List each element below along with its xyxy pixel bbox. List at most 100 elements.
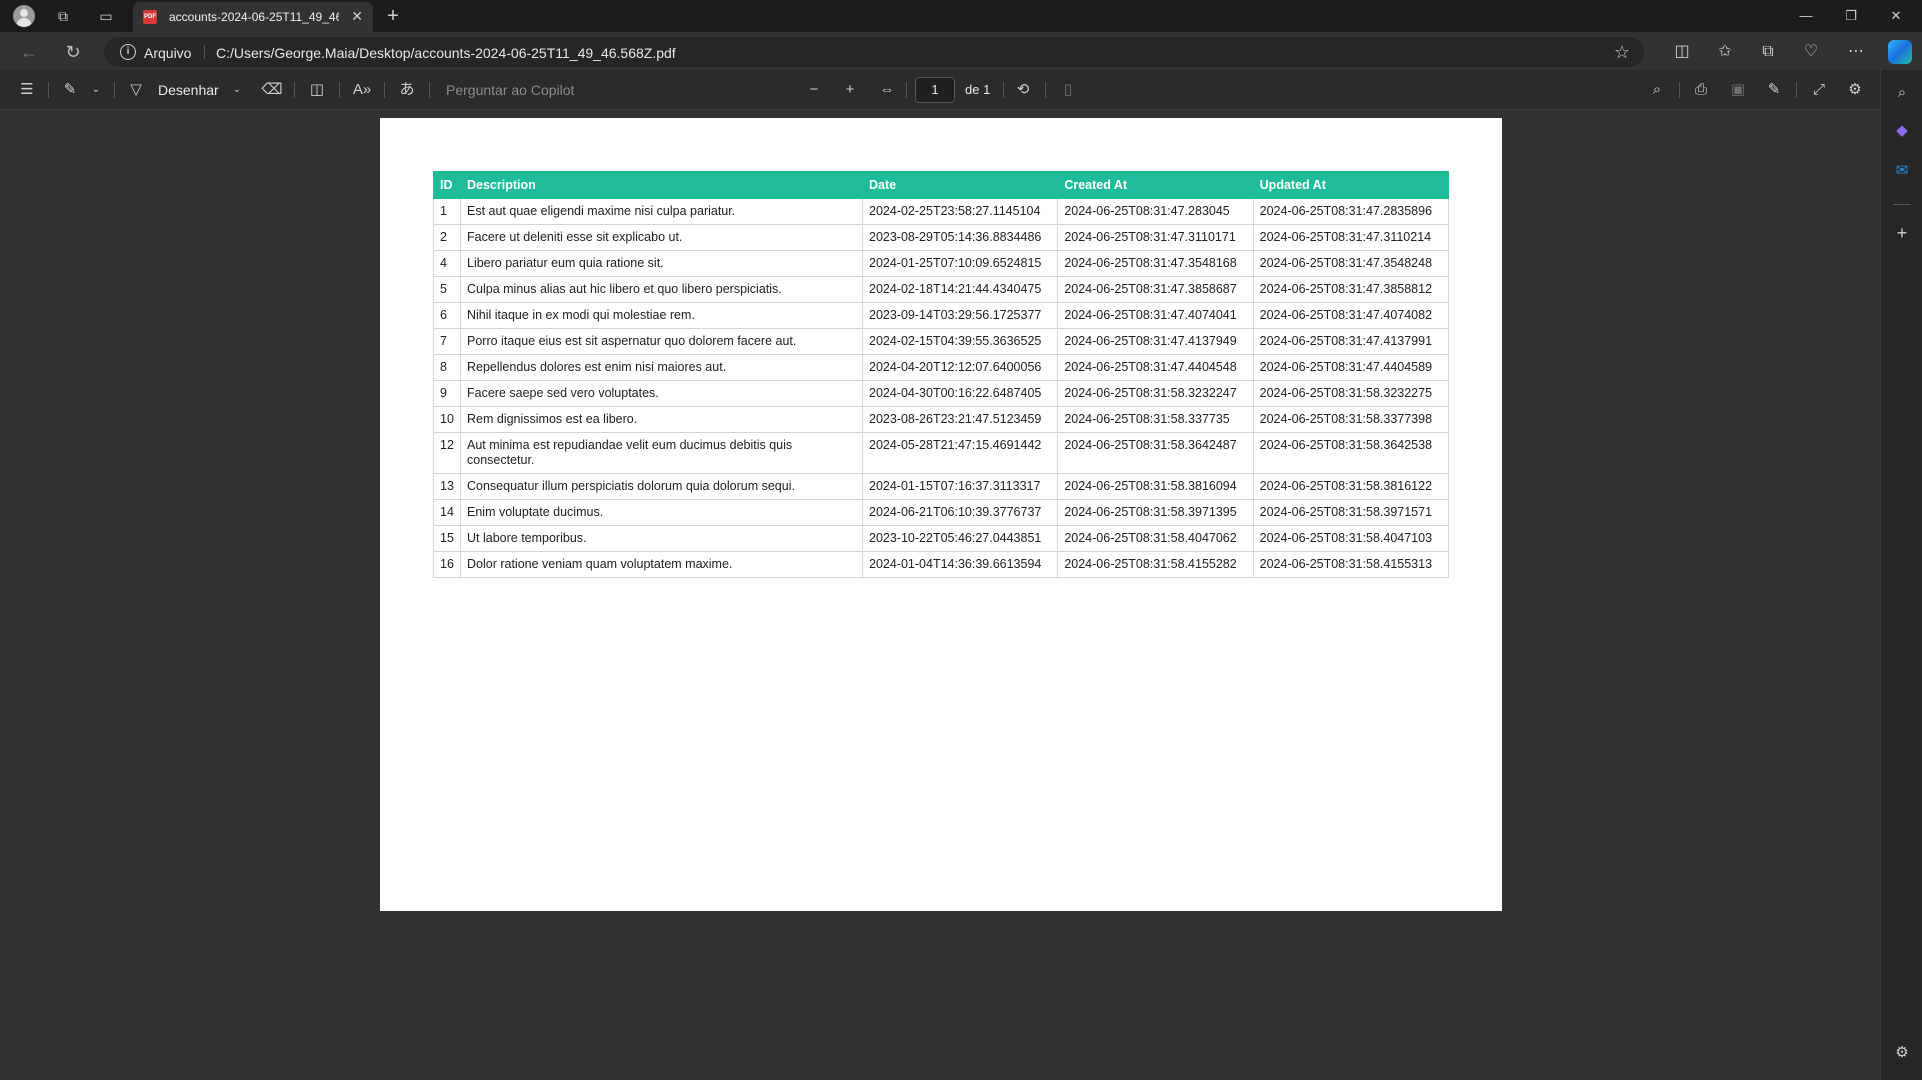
cell-created-at: 2024-06-25T08:31:47.3110171 <box>1057 224 1254 251</box>
draw-button[interactable]: Desenhar <box>158 82 219 98</box>
url-text[interactable]: C:/Users/George.Maia/Desktop/accounts-20… <box>216 45 676 61</box>
cell-id: 4 <box>433 250 461 277</box>
tab-actions-icon[interactable]: ▭ <box>96 6 116 26</box>
cell-updated-at: 2024-06-25T08:31:58.3642538 <box>1252 432 1450 474</box>
toolbar-divider <box>1679 82 1680 98</box>
column-header-created-at: Created At <box>1057 171 1254 199</box>
copilot-sidebar-icon[interactable]: ◆ <box>1891 120 1913 142</box>
cell-created-at: 2024-06-25T08:31:58.3642487 <box>1057 432 1254 474</box>
favorites-icon[interactable]: ✩ <box>1714 41 1736 63</box>
copilot-icon[interactable] <box>1888 40 1912 64</box>
cell-id: 9 <box>433 380 461 407</box>
cell-date: 2024-04-30T00:16:22.6487405 <box>861 380 1059 407</box>
table-row: 5 Culpa minus alias aut hic libero et quo… <box>433 276 1450 303</box>
title-bar: ⧉ ▭ PDF accounts-2024-06-25T11_49_46. ✕ … <box>0 0 1922 32</box>
page-number-input[interactable]: 1 <box>915 77 955 103</box>
refresh-icon[interactable]: ↻ <box>62 41 84 63</box>
search-icon[interactable]: ⌕ <box>1646 80 1668 100</box>
table-row: 9 Facere saepe sed vero voluptates. 2024-0… <box>433 380 1450 407</box>
minimize-icon[interactable]: — <box>1796 6 1816 26</box>
cell-updated-at: 2024-06-25T08:31:58.3232275 <box>1252 380 1450 407</box>
rotate-icon[interactable]: ⟲ <box>1012 80 1034 100</box>
cell-updated-at: 2024-06-25T08:31:58.4047103 <box>1252 525 1450 552</box>
column-header-id: ID <box>433 171 461 199</box>
address-divider <box>204 45 205 59</box>
page-total: de 1 <box>965 82 991 97</box>
zoom-out-icon[interactable]: − <box>803 80 825 100</box>
cell-updated-at: 2024-06-25T08:31:47.4137991 <box>1252 328 1450 355</box>
page-view-icon[interactable]: ◫ <box>306 80 328 100</box>
cell-created-at: 2024-06-25T08:31:47.3858687 <box>1057 276 1254 303</box>
cell-updated-at: 2024-06-25T08:31:47.4074082 <box>1252 302 1450 329</box>
tab-active[interactable]: PDF accounts-2024-06-25T11_49_46. ✕ <box>133 2 373 32</box>
table-row: 2 Facere ut deleniti esse sit explicabo u… <box>433 224 1450 251</box>
ask-copilot-input[interactable]: Perguntar ao Copilot <box>446 82 574 98</box>
cell-date: 2023-10-22T05:46:27.0443851 <box>861 525 1059 552</box>
add-sidebar-app-icon[interactable]: + <box>1891 222 1913 244</box>
profile-avatar[interactable] <box>13 5 35 27</box>
table-row: 13 Consequatur illum perspiciatis dolorum… <box>433 473 1450 500</box>
cell-updated-at: 2024-06-25T08:31:47.3110214 <box>1252 224 1450 251</box>
translate-icon[interactable]: あ <box>396 80 418 100</box>
fullscreen-icon[interactable]: ⤢ <box>1808 80 1830 100</box>
cell-description: Dolor ratione veniam quam voluptatem max… <box>460 551 863 578</box>
back-icon[interactable]: ← <box>18 41 40 63</box>
toolbar-divider <box>114 82 115 98</box>
cell-updated-at: 2024-06-25T08:31:58.4155313 <box>1252 551 1450 578</box>
zoom-in-icon[interactable]: + <box>839 80 861 100</box>
split-screen-icon[interactable]: ◫ <box>1671 41 1693 63</box>
cell-created-at: 2024-06-25T08:31:47.4074041 <box>1057 302 1254 329</box>
cell-description: Porro itaque eius est sit aspernatur quo… <box>460 328 863 355</box>
table-header-row: ID Description Date Created At Updated A… <box>433 171 1450 199</box>
eraser-icon[interactable]: ⌫ <box>261 80 283 100</box>
info-icon[interactable]: i <box>120 44 136 60</box>
contents-icon[interactable]: ☰ <box>16 80 38 100</box>
print-icon[interactable]: ⎙ <box>1690 80 1712 100</box>
close-window-icon[interactable]: ✕ <box>1886 6 1906 26</box>
cell-id: 15 <box>433 525 461 552</box>
settings-icon[interactable]: ⚙ <box>1844 80 1866 100</box>
sidebar-search-icon[interactable]: ⌕ <box>1891 82 1913 104</box>
cell-date: 2023-09-14T03:29:56.1725377 <box>861 302 1059 329</box>
more-options-icon[interactable]: ⋯ <box>1845 41 1867 63</box>
sidebar-settings-icon[interactable]: ⚙ <box>1891 1042 1913 1064</box>
cell-description: Repellendus dolores est enim nisi maiore… <box>460 354 863 381</box>
close-tab-icon[interactable]: ✕ <box>351 8 363 25</box>
table-row: 8 Repellendus dolores est enim nisi maior… <box>433 354 1450 381</box>
favorite-star-icon[interactable]: ☆ <box>1614 42 1630 63</box>
workspaces-icon[interactable]: ⧉ <box>53 6 73 26</box>
restore-icon[interactable]: ❐ <box>1841 6 1861 26</box>
table-row: 10 Rem dignissimos est ea libero. 2023-08-… <box>433 406 1450 433</box>
outlook-icon[interactable]: ✉ <box>1891 160 1913 182</box>
address-bar-row: ← ↻ i Arquivo C:/Users/George.Maia/Deskt… <box>0 32 1922 70</box>
save-icon[interactable]: ▣ <box>1727 80 1749 100</box>
address-bar[interactable]: i Arquivo C:/Users/George.Maia/Desktop/a… <box>104 37 1644 67</box>
cell-description: Enim voluptate ducimus. <box>460 499 863 526</box>
highlight-dropdown-icon[interactable]: ⌄ <box>85 80 107 100</box>
cell-id: 14 <box>433 499 461 526</box>
cell-id: 6 <box>433 302 461 329</box>
cell-updated-at: 2024-06-25T08:31:58.3816122 <box>1252 473 1450 500</box>
read-aloud-icon[interactable]: A» <box>351 80 373 100</box>
cell-id: 8 <box>433 354 461 381</box>
toolbar-divider <box>294 82 295 98</box>
table-row: 12 Aut minima est repudiandae velit eum d… <box>433 432 1450 474</box>
page-layout-icon[interactable]: ▯ <box>1057 80 1079 100</box>
toolbar-divider <box>339 82 340 98</box>
new-tab-icon[interactable]: + <box>383 5 403 27</box>
cell-created-at: 2024-06-25T08:31:58.3971395 <box>1057 499 1254 526</box>
draw-dropdown-icon[interactable]: ⌄ <box>226 80 248 100</box>
browser-essentials-icon[interactable]: ♡ <box>1800 41 1822 63</box>
draw-icon[interactable]: ▽ <box>125 80 147 100</box>
cell-date: 2024-04-20T12:12:07.6400056 <box>861 354 1059 381</box>
highlight-icon[interactable]: ✎ <box>59 80 81 100</box>
cell-created-at: 2024-06-25T08:31:58.337735 <box>1057 406 1254 433</box>
cell-created-at: 2024-06-25T08:31:58.4047062 <box>1057 525 1254 552</box>
toolbar-divider <box>1796 82 1797 98</box>
fit-to-width-icon[interactable]: ⇔ <box>876 80 898 100</box>
pdf-toolbar: ☰ ✎ ⌄ ▽ Desenhar ⌄ ⌫ ◫ A» あ Perguntar ao… <box>0 70 1880 110</box>
save-as-icon[interactable]: ✎ <box>1763 80 1785 100</box>
collections-icon[interactable]: ⧉ <box>1757 41 1779 63</box>
cell-date: 2024-02-18T14:21:44.4340475 <box>861 276 1059 303</box>
cell-description: Facere ut deleniti esse sit explicabo ut… <box>460 224 863 251</box>
